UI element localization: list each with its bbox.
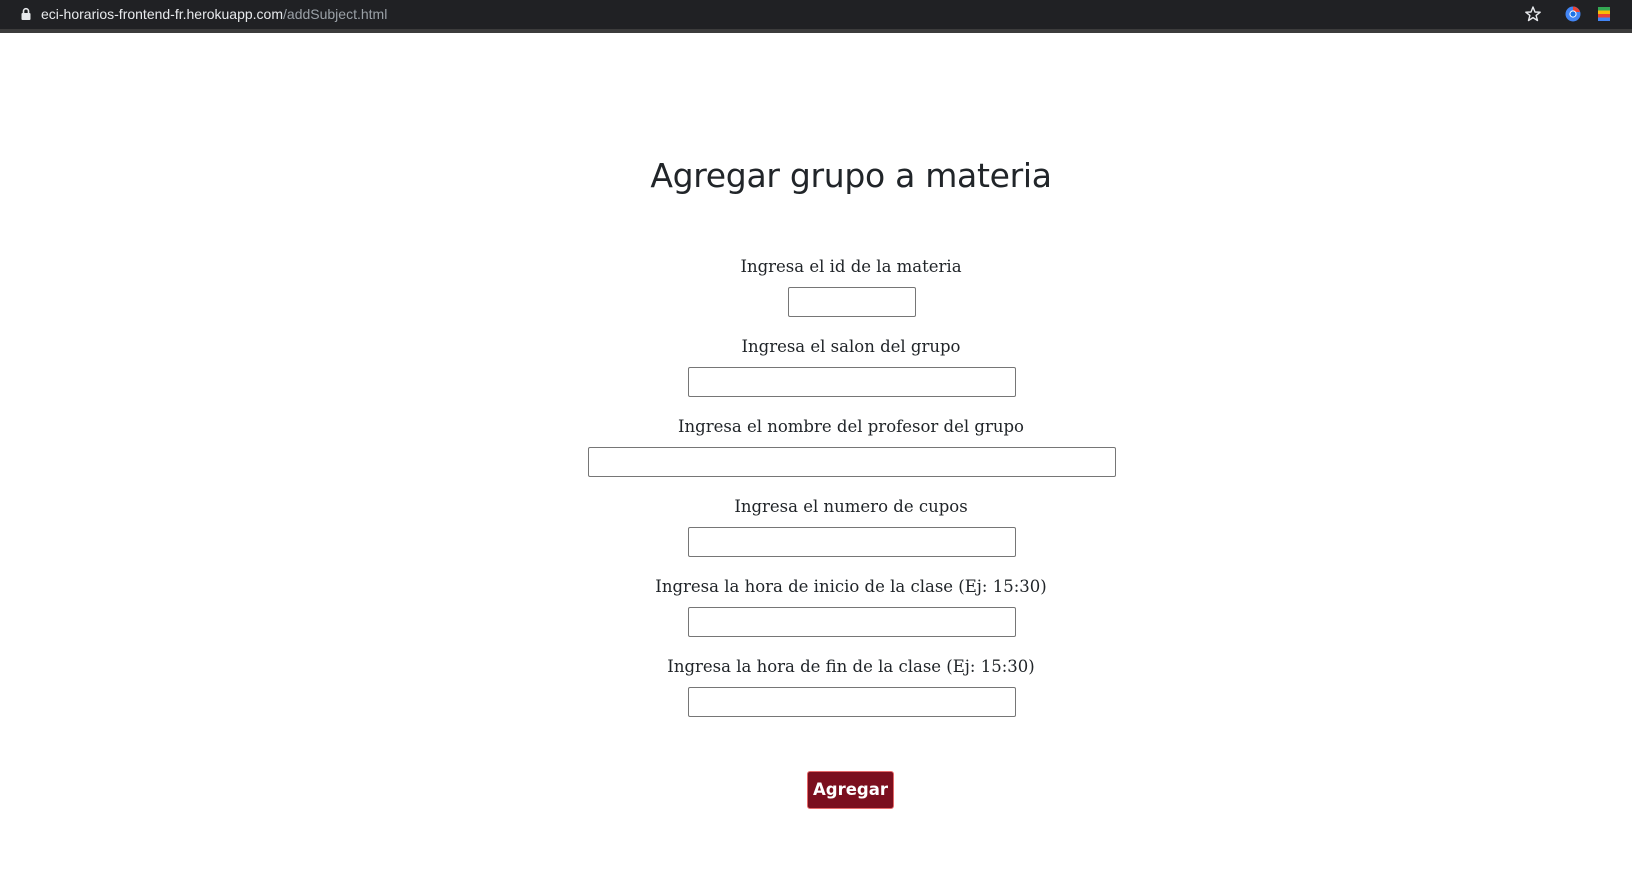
url-text[interactable]: eci-horarios-frontend-fr.herokuapp.com/a… (41, 5, 387, 24)
start-time-label: Ingresa la hora de inicio de la clase (E… (655, 577, 1047, 596)
subject-id-input[interactable] (788, 287, 916, 317)
subject-id-label: Ingresa el id de la materia (740, 257, 962, 276)
professor-name-input[interactable] (588, 447, 1116, 477)
browser-address-bar[interactable]: eci-horarios-frontend-fr.herokuapp.com/a… (0, 0, 1632, 33)
chrome-extension-icon[interactable] (1565, 6, 1581, 22)
add-button[interactable]: Agregar (807, 771, 894, 809)
url-path: /addSubject.html (283, 6, 388, 22)
page-title: Agregar grupo a materia (650, 156, 1052, 195)
classroom-label: Ingresa el salon del grupo (741, 337, 961, 356)
professor-name-label: Ingresa el nombre del profesor del grupo (678, 417, 1024, 436)
google-extension-icon[interactable] (1597, 6, 1611, 22)
capacity-label: Ingresa el numero de cupos (734, 497, 968, 516)
url-domain: eci-horarios-frontend-fr.herokuapp.com (41, 6, 284, 22)
star-icon[interactable] (1524, 5, 1542, 23)
start-time-input[interactable] (688, 607, 1016, 637)
capacity-input[interactable] (688, 527, 1016, 557)
classroom-input[interactable] (688, 367, 1016, 397)
end-time-label: Ingresa la hora de fin de la clase (Ej: … (667, 657, 1035, 676)
lock-icon[interactable] (19, 7, 33, 21)
end-time-input[interactable] (688, 687, 1016, 717)
